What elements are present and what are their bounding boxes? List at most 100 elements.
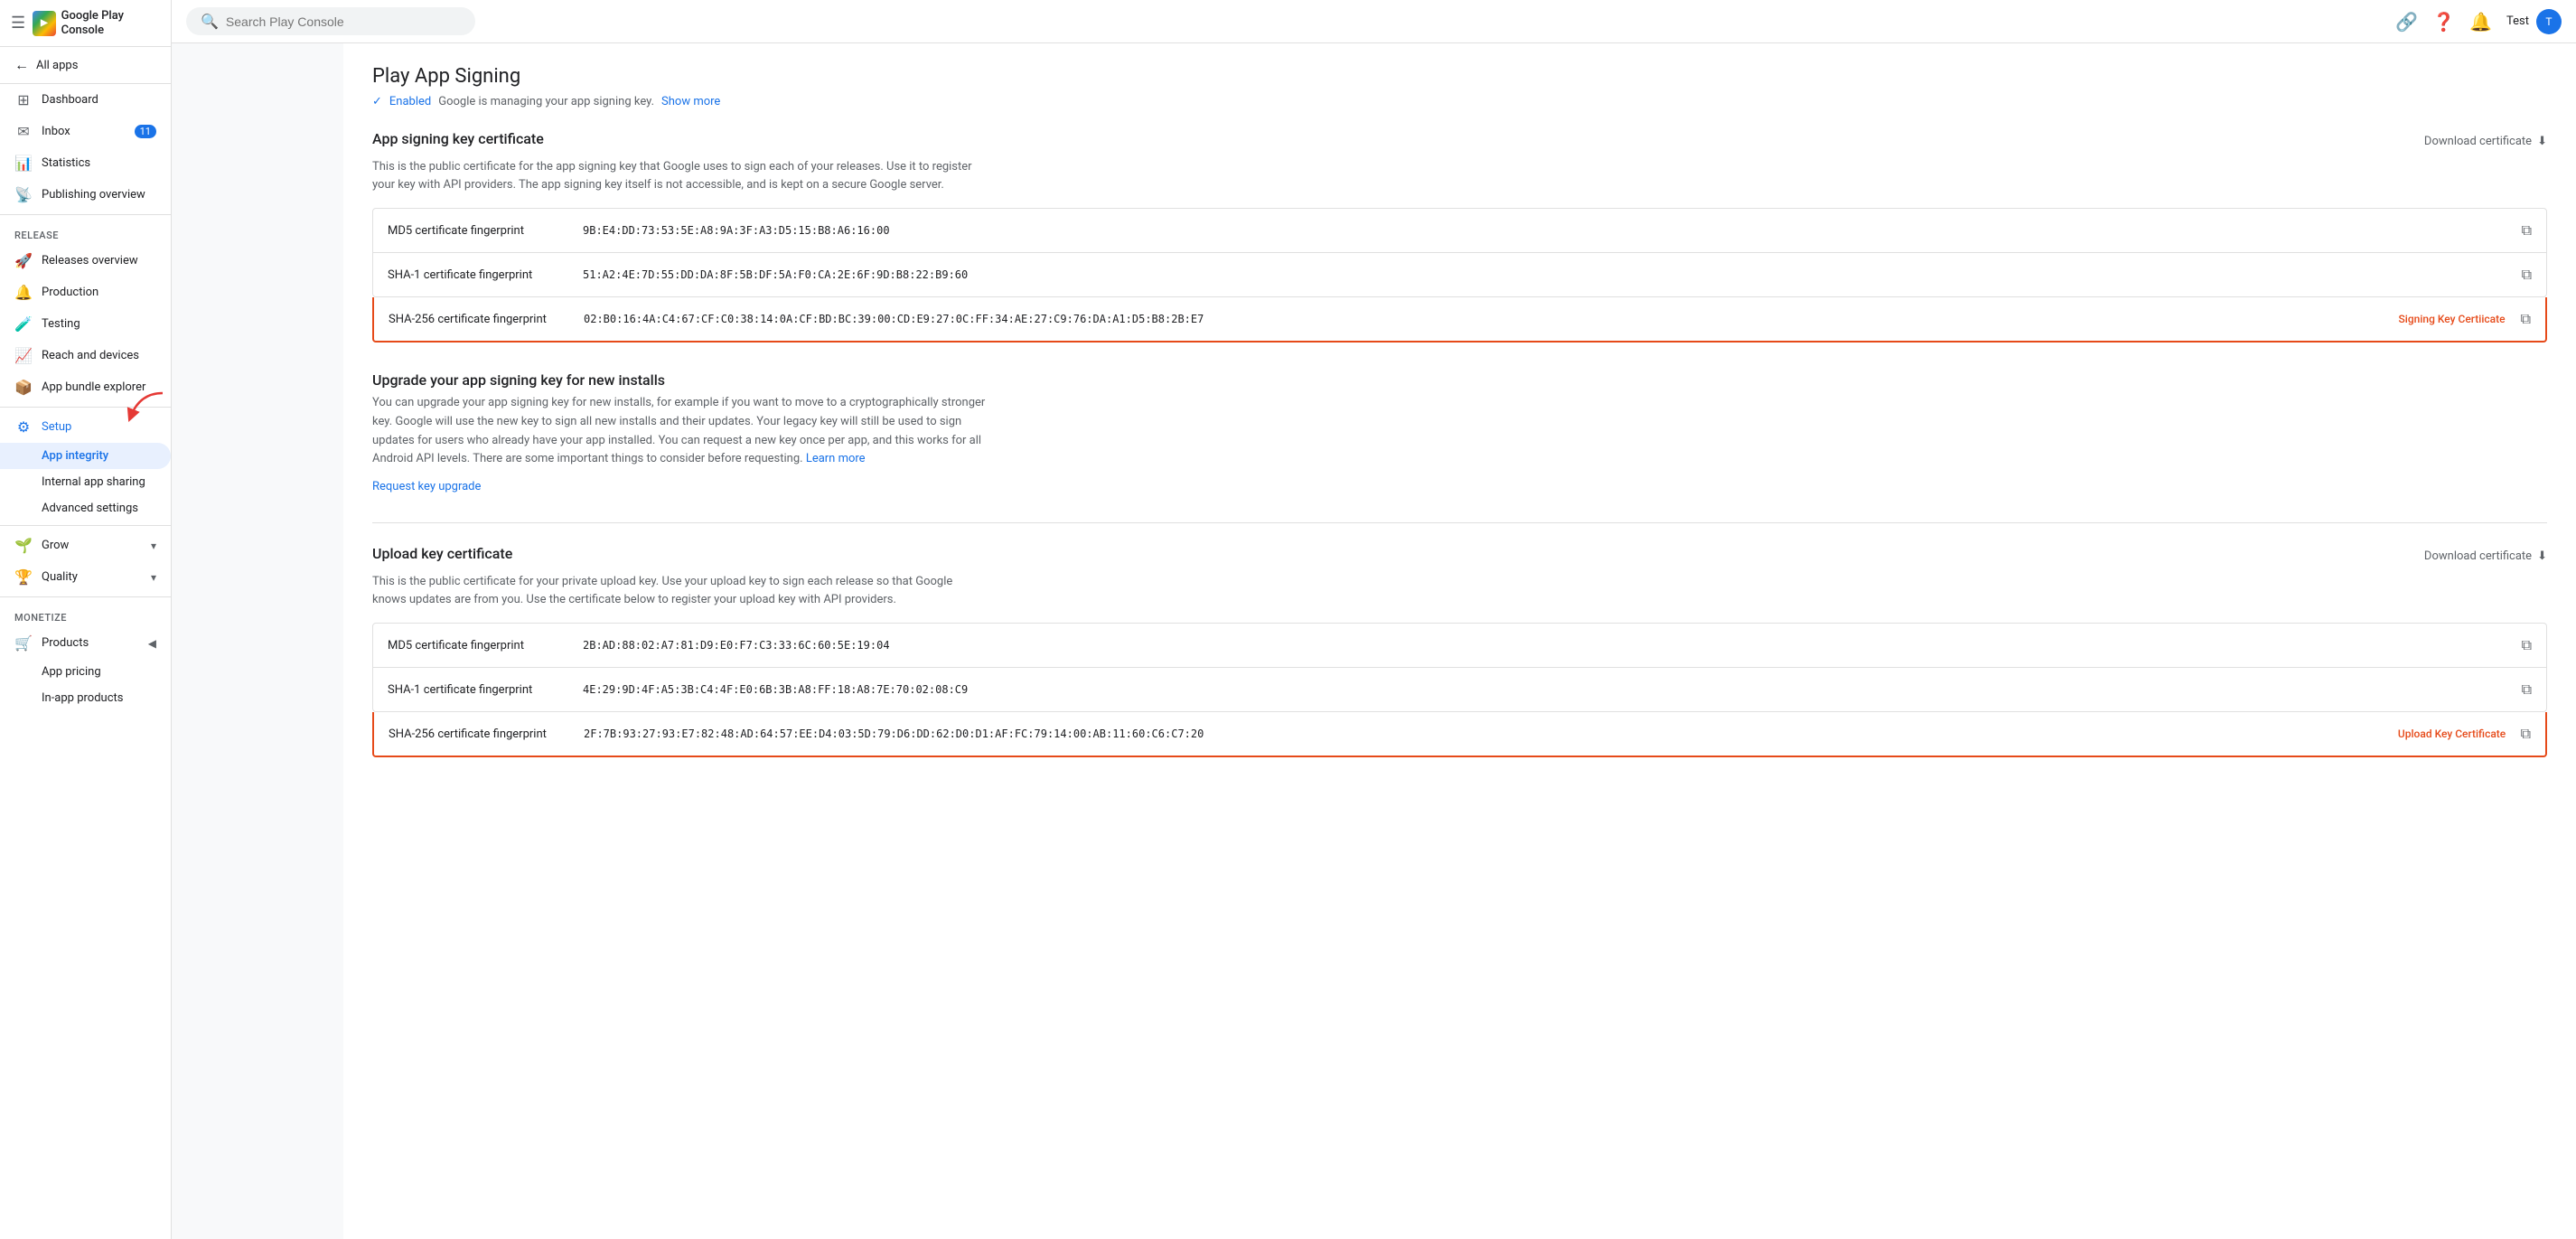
show-more-link[interactable]: Show more xyxy=(661,95,720,108)
upload-md5-copy-icon[interactable]: ⧉ xyxy=(2522,636,2532,654)
sidebar-item-grow[interactable]: 🌱 Grow ▾ xyxy=(0,530,171,561)
sidebar-item-app-pricing[interactable]: App pricing xyxy=(0,659,171,685)
sidebar-item-reach[interactable]: 📈 Reach and devices xyxy=(0,340,171,371)
logo-image: ▶ xyxy=(33,11,56,36)
quality-icon: 🏆 xyxy=(14,568,33,586)
sidebar-item-setup[interactable]: ⚙ Setup xyxy=(0,411,171,443)
status-enabled: Enabled xyxy=(389,95,431,108)
sidebar-item-publishing[interactable]: 📡 Publishing overview xyxy=(0,179,171,211)
bundle-icon: 📦 xyxy=(14,379,33,396)
user-menu[interactable]: Test T xyxy=(2506,9,2562,34)
upload-sha1-row: SHA-1 certificate fingerprint 4E:29:9D:4… xyxy=(373,668,2546,711)
products-icon: 🛒 xyxy=(14,634,33,652)
all-apps-label: All apps xyxy=(36,59,78,72)
upgrade-desc: You can upgrade your app signing key for… xyxy=(372,394,987,469)
signing-sha1-copy-icon[interactable]: ⧉ xyxy=(2522,266,2532,284)
releases-label: Releases overview xyxy=(42,254,138,268)
learn-more-link[interactable]: Learn more xyxy=(806,452,866,465)
sidebar-item-releases[interactable]: 🚀 Releases overview xyxy=(0,245,171,277)
upgrade-section: Upgrade your app signing key for new ins… xyxy=(372,371,2547,493)
grow-expand-icon: ▾ xyxy=(151,540,156,552)
link-icon[interactable]: 🔗 xyxy=(2395,11,2418,33)
status-desc: Google is managing your app signing key. xyxy=(438,95,654,108)
app-pricing-label: App pricing xyxy=(42,665,101,679)
upload-sha1-value: 4E:29:9D:4F:A5:3B:C4:4F:E0:6B:3B:A8:FF:1… xyxy=(583,683,2507,696)
inbox-label: Inbox xyxy=(42,125,70,138)
upgrade-title: Upgrade your app signing key for new ins… xyxy=(372,371,2547,389)
upload-key-section: Upload key certificate Download certific… xyxy=(372,545,2547,757)
upload-key-tag: Upload Key Certificate xyxy=(2398,727,2506,740)
topbar-right: 🔗 ❓ 🔔 Test T xyxy=(2395,9,2562,34)
sidebar: ☰ ▶ Google Play Console ← All apps ⊞ Das… xyxy=(0,0,172,1239)
quality-label: Quality xyxy=(42,570,78,584)
app-name: Google Play Console xyxy=(61,9,160,37)
upload-sha1-copy-icon[interactable]: ⧉ xyxy=(2522,681,2532,699)
signing-md5-copy-icon[interactable]: ⧉ xyxy=(2522,221,2532,239)
all-apps-button[interactable]: ← All apps xyxy=(0,47,171,84)
production-label: Production xyxy=(42,286,98,299)
help-icon[interactable]: ❓ xyxy=(2432,11,2455,33)
dashboard-icon: ⊞ xyxy=(14,91,33,108)
upload-md5-row: MD5 certificate fingerprint 2B:AD:88:02:… xyxy=(373,624,2546,668)
sidebar-item-production[interactable]: 🔔 Production xyxy=(0,277,171,308)
upload-sha256-label: SHA-256 certificate fingerprint xyxy=(389,727,569,741)
upload-sha256-row: SHA-256 certificate fingerprint 2F:7B:93… xyxy=(372,712,2547,757)
notifications-icon[interactable]: 🔔 xyxy=(2469,11,2492,33)
download-signing-cert-icon: ⬇ xyxy=(2537,135,2547,148)
upload-cert-title: Upload key certificate xyxy=(372,545,512,562)
in-app-products-label: In-app products xyxy=(42,691,123,705)
upload-sha256-copy-icon[interactable]: ⧉ xyxy=(2521,725,2531,743)
back-arrow-icon: ← xyxy=(14,56,29,74)
app-integrity-label: App integrity xyxy=(42,449,108,463)
page-subtitle: ✓ Enabled Google is managing your app si… xyxy=(372,95,2547,108)
sidebar-item-internal-sharing[interactable]: Internal app sharing xyxy=(0,469,171,495)
statistics-label: Statistics xyxy=(42,156,90,170)
upload-fingerprint-group: MD5 certificate fingerprint 2B:AD:88:02:… xyxy=(372,623,2547,712)
sidebar-item-products[interactable]: 🛒 Products ◀ xyxy=(0,627,171,659)
request-upgrade-link[interactable]: Request key upgrade xyxy=(372,480,2547,493)
advanced-settings-label: Advanced settings xyxy=(42,502,138,515)
search-bar[interactable]: 🔍 xyxy=(186,7,475,35)
grow-label: Grow xyxy=(42,539,69,552)
sidebar-item-statistics[interactable]: 📊 Statistics xyxy=(0,147,171,179)
upload-md5-label: MD5 certificate fingerprint xyxy=(388,639,568,652)
section-divider xyxy=(372,522,2547,523)
upload-cert-desc: This is the public certificate for your … xyxy=(372,573,987,608)
statistics-icon: 📊 xyxy=(14,155,33,172)
user-label: Test xyxy=(2506,14,2529,28)
check-icon: ✓ xyxy=(372,95,382,108)
sidebar-header: ☰ ▶ Google Play Console xyxy=(0,0,171,47)
upload-md5-value: 2B:AD:88:02:A7:81:D9:E0:F7:C3:33:6C:60:5… xyxy=(583,639,2507,652)
app-logo: ▶ Google Play Console xyxy=(33,9,160,37)
signing-sha256-copy-icon[interactable]: ⧉ xyxy=(2521,310,2531,328)
signing-md5-value: 9B:E4:DD:73:53:5E:A8:9A:3F:A3:D5:15:B8:A… xyxy=(583,224,2507,237)
signing-sha1-value: 51:A2:4E:7D:55:DD:DA:8F:5B:DF:5A:F0:CA:2… xyxy=(583,268,2507,281)
signing-sha256-row: SHA-256 certificate fingerprint 02:B0:16… xyxy=(372,297,2547,343)
download-upload-cert-button[interactable]: Download certificate ⬇ xyxy=(2424,549,2547,563)
sidebar-item-app-integrity[interactable]: App integrity xyxy=(0,443,171,469)
sidebar-item-quality[interactable]: 🏆 Quality ▾ xyxy=(0,561,171,593)
reach-icon: 📈 xyxy=(14,347,33,364)
quality-expand-icon: ▾ xyxy=(151,571,156,584)
sidebar-item-dashboard[interactable]: ⊞ Dashboard xyxy=(0,84,171,116)
upload-sha256-value: 2F:7B:93:27:93:E7:82:48:AD:64:57:EE:D4:0… xyxy=(584,727,2384,740)
signing-sha1-row: SHA-1 certificate fingerprint 51:A2:4E:7… xyxy=(373,253,2546,296)
avatar: T xyxy=(2536,9,2562,34)
products-expand-icon: ◀ xyxy=(148,637,156,650)
sidebar-item-inbox[interactable]: ✉ Inbox 11 xyxy=(0,116,171,147)
sidebar-item-advanced-settings[interactable]: Advanced settings xyxy=(0,495,171,521)
signing-cert-desc: This is the public certificate for the a… xyxy=(372,158,987,193)
sidebar-item-bundle[interactable]: 📦 App bundle explorer xyxy=(0,371,171,403)
production-icon: 🔔 xyxy=(14,284,33,301)
download-signing-cert-label: Download certificate xyxy=(2424,135,2532,148)
testing-icon: 🧪 xyxy=(14,315,33,333)
publishing-icon: 📡 xyxy=(14,186,33,203)
topbar: 🔍 🔗 ❓ 🔔 Test T xyxy=(172,0,2576,43)
sidebar-item-testing[interactable]: 🧪 Testing xyxy=(0,308,171,340)
sidebar-item-in-app-products[interactable]: In-app products xyxy=(0,685,171,711)
search-input[interactable] xyxy=(226,14,461,29)
menu-icon[interactable]: ☰ xyxy=(11,14,25,33)
releases-icon: 🚀 xyxy=(14,252,33,269)
dashboard-label: Dashboard xyxy=(42,93,98,107)
download-signing-cert-button[interactable]: Download certificate ⬇ xyxy=(2424,135,2547,148)
